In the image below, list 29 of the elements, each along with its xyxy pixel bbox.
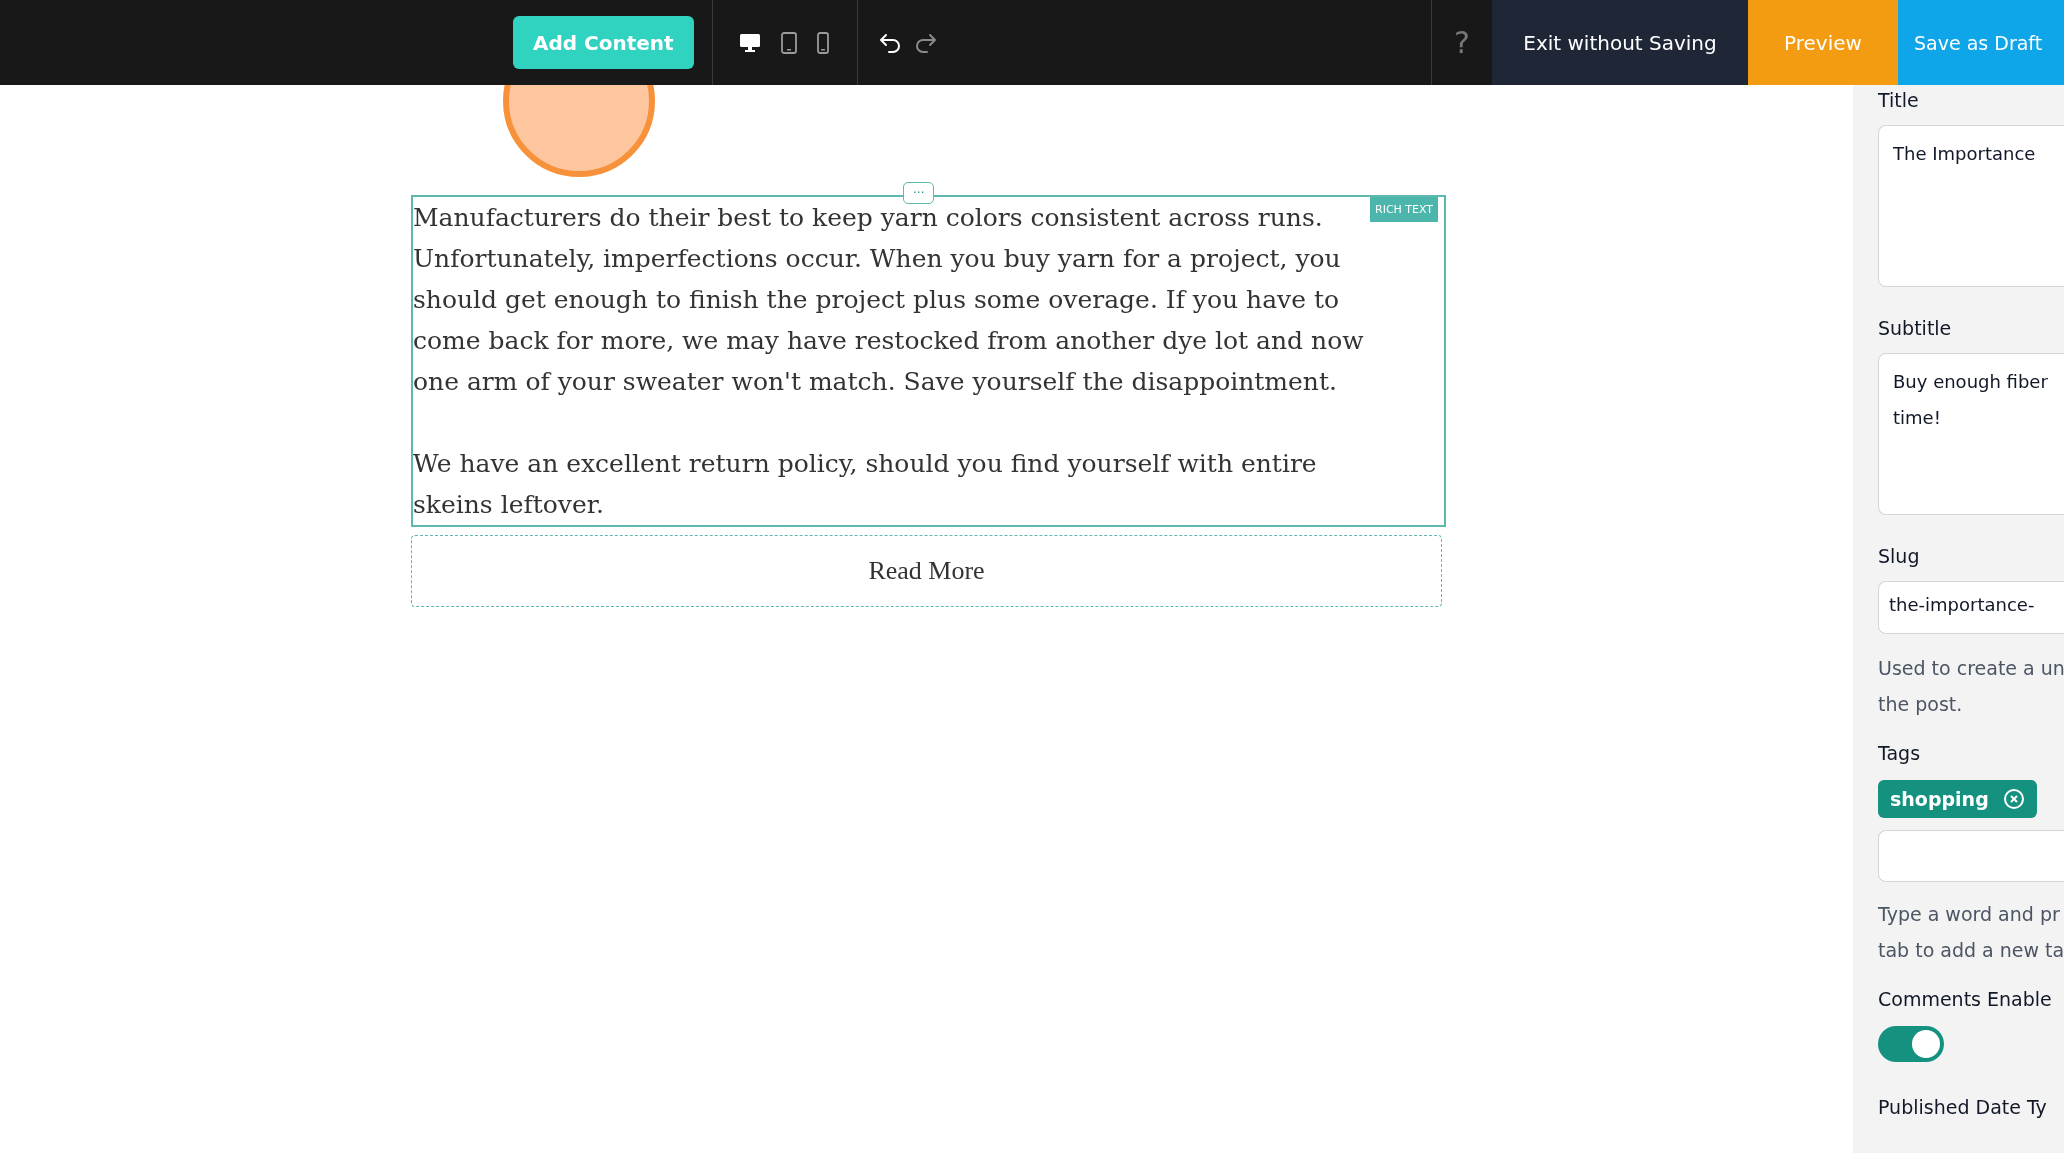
draft-button[interactable]: Save as Draft [1898,0,2064,85]
field-label: Tags [1878,742,1922,764]
preview-button[interactable]: Preview [1748,0,1898,85]
redo-icon[interactable] [913,31,938,54]
block-type-label: RICH TEXT [1370,197,1439,222]
exit-button[interactable]: Exit without Saving [1492,0,1748,85]
help-button[interactable]: ? [1432,0,1492,85]
field-label: Title [1878,89,1920,111]
help-text: Type a word and pr tab to add a new ta [1878,902,2064,963]
help-text: Used to create a un the post. [1878,656,2064,717]
block-handle[interactable]: ··· [903,182,935,204]
tag-chip[interactable]: shopping [1878,780,2037,818]
title-field[interactable]: The Importance [1878,125,2064,287]
field-label: Published Date Ty [1878,1096,2048,1118]
subtitle-field[interactable]: Buy enough fiber time! [1878,353,2064,515]
slug-field[interactable]: the-importance- [1878,581,2064,634]
read-more-button[interactable]: Read More [411,535,1442,607]
field-label: Subtitle [1878,317,1953,339]
rich-text-block[interactable] [411,195,1446,527]
phone-icon[interactable] [816,31,829,54]
field-label: Comments Enable [1878,988,2053,1010]
desktop-icon[interactable] [738,32,761,53]
tag-input-field[interactable] [1878,830,2064,882]
tablet-icon[interactable] [780,31,797,54]
paragraph: We have an excellent return policy, should you find yourself with entire skeins leftover. [413,448,1318,521]
undo-icon[interactable] [877,31,902,54]
remove-icon[interactable] [2002,788,2025,810]
toggle-switch[interactable] [1878,1026,1944,1062]
field-label: Slug [1878,545,1921,567]
